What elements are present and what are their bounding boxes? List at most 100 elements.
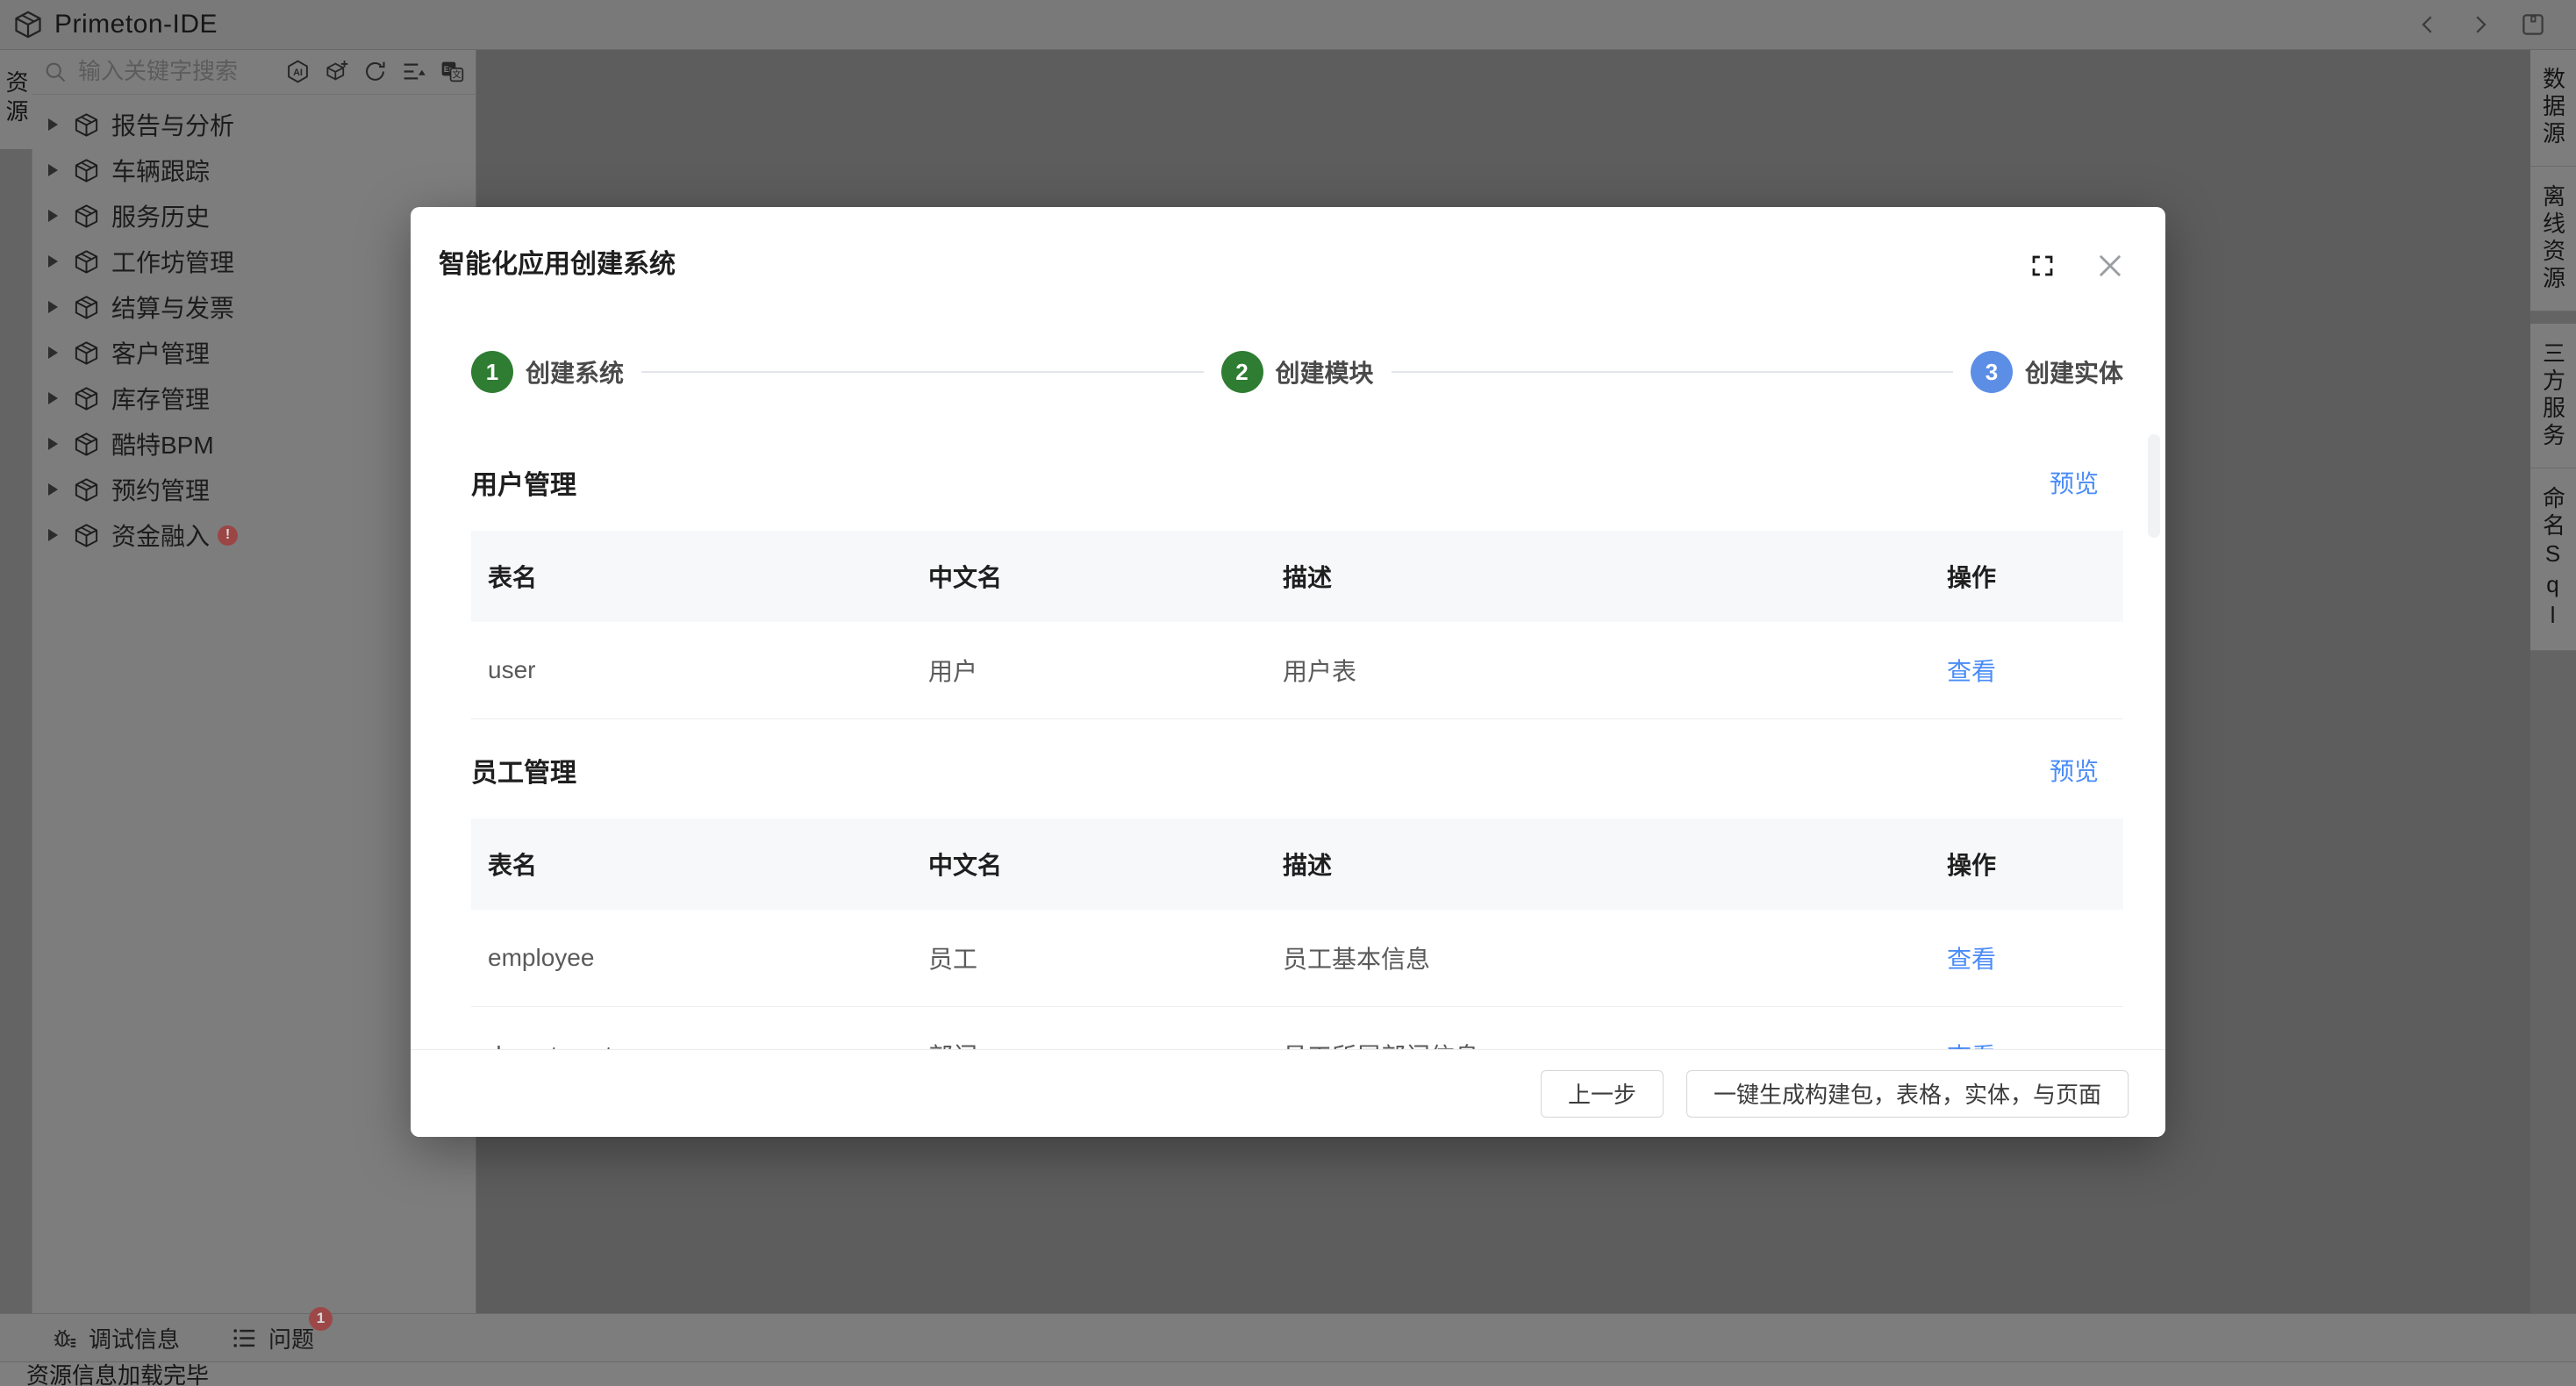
step-create-module: 2 创建模块 <box>1221 351 1971 393</box>
package-icon <box>73 111 100 139</box>
cell-description: 用户表 <box>1266 622 1930 718</box>
create-app-dialog: 智能化应用创建系统 1 创建系统 2 创建模块 3 创建实体 <box>411 207 2165 1137</box>
tree-item-label: 结算与发票 <box>111 289 234 325</box>
ai-icon[interactable] <box>285 59 311 84</box>
tree-item[interactable]: 车辆跟踪 <box>32 147 476 193</box>
debug-info-label: 调试信息 <box>89 1322 180 1354</box>
forward-icon[interactable] <box>2467 11 2494 38</box>
tree-item[interactable]: 报告与分析 <box>32 102 476 147</box>
view-link[interactable]: 查看 <box>1947 653 1996 688</box>
error-badge: ! <box>218 525 238 546</box>
view-link[interactable]: 查看 <box>1947 940 1996 975</box>
back-icon[interactable] <box>2415 11 2441 38</box>
dialog-body: 1 创建系统 2 创建模块 3 创建实体 用户管理 预览 <box>471 351 2123 1049</box>
package-icon <box>73 248 100 275</box>
tree-item[interactable]: 资金融入! <box>32 512 476 558</box>
collapse-list-icon[interactable] <box>401 59 426 84</box>
rail-tab-offline-resources[interactable]: 离线资源 <box>2530 167 2576 311</box>
resource-tree: 报告与分析 车辆跟踪 服务历史 工作坊管理 结算与发票 客户管理 库存管理 酷特… <box>32 95 476 558</box>
table-row: user 用户 用户表 查看 <box>471 622 2123 719</box>
table-header-row: 表名 中文名 描述 操作 <box>471 818 2123 910</box>
bug-icon <box>51 1325 78 1352</box>
tree-item[interactable]: 结算与发票 <box>32 284 476 330</box>
section-header: 用户管理 预览 <box>471 461 2123 504</box>
tree-item-label: 预约管理 <box>111 472 210 507</box>
table-row: department 部门 员工所属部门信息 查看 <box>471 1007 2123 1049</box>
caret-icon <box>48 301 58 313</box>
preview-link[interactable]: 预览 <box>2050 465 2099 500</box>
column-header: 操作 <box>1930 818 2123 910</box>
cell-table-name: employee <box>471 910 912 1006</box>
tree-item[interactable]: 库存管理 <box>32 375 476 421</box>
left-rail: 资源 <box>0 49 32 1313</box>
previous-step-button[interactable]: 上一步 <box>1541 1070 1664 1118</box>
section-title: 用户管理 <box>471 463 576 502</box>
search-input[interactable] <box>76 57 285 86</box>
add-package-icon[interactable] <box>324 59 349 84</box>
problems-tab[interactable]: 问题 1 <box>231 1322 314 1354</box>
step-label: 创建系统 <box>526 354 624 389</box>
topbar-nav <box>2415 0 2546 49</box>
right-rail: 数据源 离线资源 三方服务 命名Sql <box>2530 49 2576 1313</box>
column-header: 中文名 <box>912 531 1266 622</box>
table-header-row: 表名 中文名 描述 操作 <box>471 531 2123 622</box>
app-title: Primeton-IDE <box>54 10 218 39</box>
wizard-steps: 1 创建系统 2 创建模块 3 创建实体 <box>471 351 2123 393</box>
column-header: 描述 <box>1266 818 1930 910</box>
package-icon <box>73 385 100 412</box>
step-create-entity: 3 创建实体 <box>1971 351 2123 393</box>
rail-divider <box>2530 311 2576 324</box>
step-number: 1 <box>471 351 513 393</box>
cell-table-name: user <box>471 622 912 718</box>
title-bar: Primeton-IDE <box>0 0 2576 50</box>
search-toolbar <box>285 59 465 84</box>
package-icon <box>73 157 100 184</box>
package-icon <box>73 522 100 549</box>
generate-all-button[interactable]: 一键生成构建包，表格，实体，与页面 <box>1686 1070 2129 1118</box>
caret-icon <box>48 118 58 131</box>
dialog-scrollbar-thumb[interactable] <box>2148 434 2160 538</box>
debug-info-tab[interactable]: 调试信息 <box>51 1322 180 1354</box>
package-icon <box>73 476 100 504</box>
tree-item[interactable]: 酷特BPM <box>32 421 476 467</box>
cell-cn-name: 部门 <box>912 1007 1266 1049</box>
view-link[interactable]: 查看 <box>1947 1038 1996 1049</box>
section-header: 员工管理 预览 <box>471 749 2123 791</box>
rail-tab-named-sql[interactable]: 命名Sql <box>2530 468 2576 651</box>
tree-item[interactable]: 服务历史 <box>32 193 476 239</box>
package-icon <box>73 203 100 230</box>
refresh-icon[interactable] <box>362 59 388 84</box>
status-bar: 资源信息加载完毕 <box>0 1361 2576 1386</box>
rail-tab-datasource[interactable]: 数据源 <box>2530 49 2576 167</box>
fullscreen-icon[interactable] <box>2029 253 2056 279</box>
step-number: 2 <box>1221 351 1263 393</box>
cell-cn-name: 用户 <box>912 622 1266 718</box>
column-header: 中文名 <box>912 818 1266 910</box>
save-icon[interactable] <box>2520 11 2546 38</box>
tree-item[interactable]: 客户管理 <box>32 330 476 375</box>
tree-item-label: 客户管理 <box>111 335 210 370</box>
package-icon <box>73 431 100 458</box>
problems-count-badge: 1 <box>309 1307 333 1331</box>
caret-icon <box>48 164 58 176</box>
tree-item-label: 酷特BPM <box>111 426 214 461</box>
tree-item[interactable]: 工作坊管理 <box>32 239 476 284</box>
column-header: 操作 <box>1930 531 2123 622</box>
bottom-toolbar: 调试信息 问题 1 <box>0 1313 2576 1361</box>
column-header: 描述 <box>1266 531 1930 622</box>
rail-tab-thirdparty-services[interactable]: 三方服务 <box>2530 324 2576 468</box>
tree-item[interactable]: 预约管理 <box>32 467 476 512</box>
cell-description: 员工基本信息 <box>1266 910 1930 1006</box>
caret-icon <box>48 255 58 268</box>
problems-label: 问题 <box>268 1322 314 1354</box>
tree-item-label: 报告与分析 <box>111 107 234 142</box>
rail-tab-resources[interactable]: 资源 <box>0 49 32 149</box>
step-connector <box>641 371 1203 373</box>
close-icon[interactable] <box>2093 249 2127 282</box>
preview-link[interactable]: 预览 <box>2050 753 2099 788</box>
tree-item-label: 车辆跟踪 <box>111 153 210 188</box>
entity-table: 表名 中文名 描述 操作 employee 员工 员工基本信息 查看 depar… <box>471 818 2123 1049</box>
translate-icon[interactable] <box>440 59 465 84</box>
step-create-system: 1 创建系统 <box>471 351 1221 393</box>
tree-item-label: 服务历史 <box>111 198 210 233</box>
